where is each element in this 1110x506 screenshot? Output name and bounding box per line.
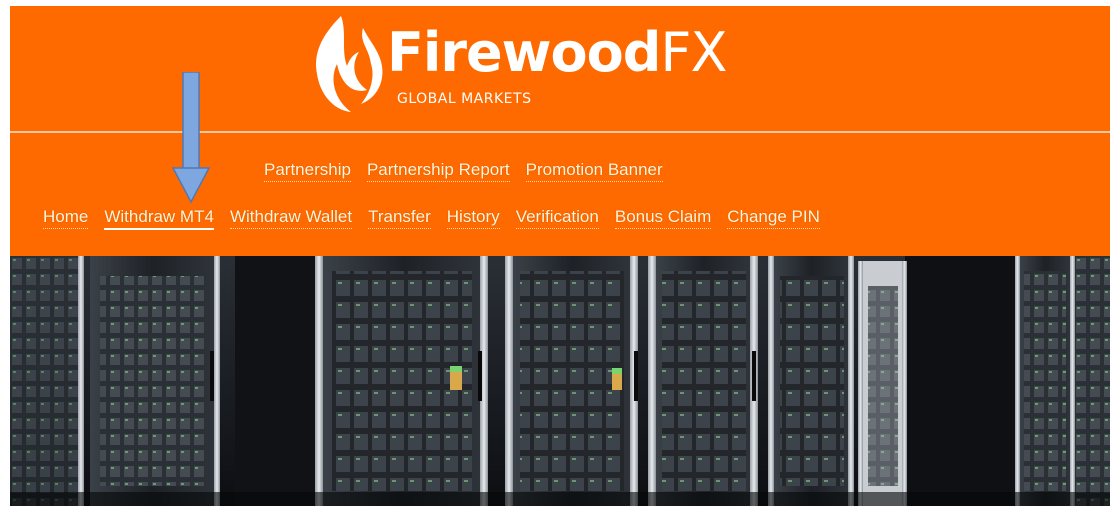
arrow-down-icon: [171, 72, 211, 204]
nav-link-transfer[interactable]: Transfer: [368, 207, 431, 229]
nav-link-withdraw-wallet[interactable]: Withdraw Wallet: [229, 207, 353, 229]
nav-link-history[interactable]: History: [446, 207, 500, 229]
brand-name-main: Firewood: [387, 21, 661, 84]
nav-link-partnership[interactable]: Partnership: [264, 160, 351, 182]
nav-link-partnership-report[interactable]: Partnership Report: [366, 160, 510, 182]
site-header: FirewoodFX GLOBAL MARKETS Partnership Par…: [10, 6, 1110, 256]
nav-link-promotion-banner[interactable]: Promotion Banner: [525, 160, 663, 182]
nav-row-main: Home Withdraw MT4 Withdraw Wallet Transfer H…: [43, 207, 836, 230]
brand-tagline: GLOBAL MARKETS: [397, 91, 532, 107]
brand-name-suffix: FX: [660, 21, 727, 84]
flame-icon: [316, 16, 383, 112]
nav-link-home[interactable]: Home: [43, 207, 89, 229]
nav-link-bonus-claim[interactable]: Bonus Claim: [614, 207, 712, 229]
logo[interactable]: FirewoodFX GLOBAL MARKETS: [305, 14, 735, 119]
nav-link-verification[interactable]: Verification: [515, 207, 599, 229]
hero-banner-server-racks: [10, 256, 1110, 506]
nav-link-withdraw-mt4[interactable]: Withdraw MT4: [104, 207, 214, 230]
brand-name: FirewoodFX: [387, 26, 727, 80]
nav-row-top: Partnership Partnership Report Promotion B…: [264, 160, 679, 182]
server-racks-illustration: [10, 256, 1110, 506]
nav-link-change-pin[interactable]: Change PIN: [727, 207, 820, 229]
